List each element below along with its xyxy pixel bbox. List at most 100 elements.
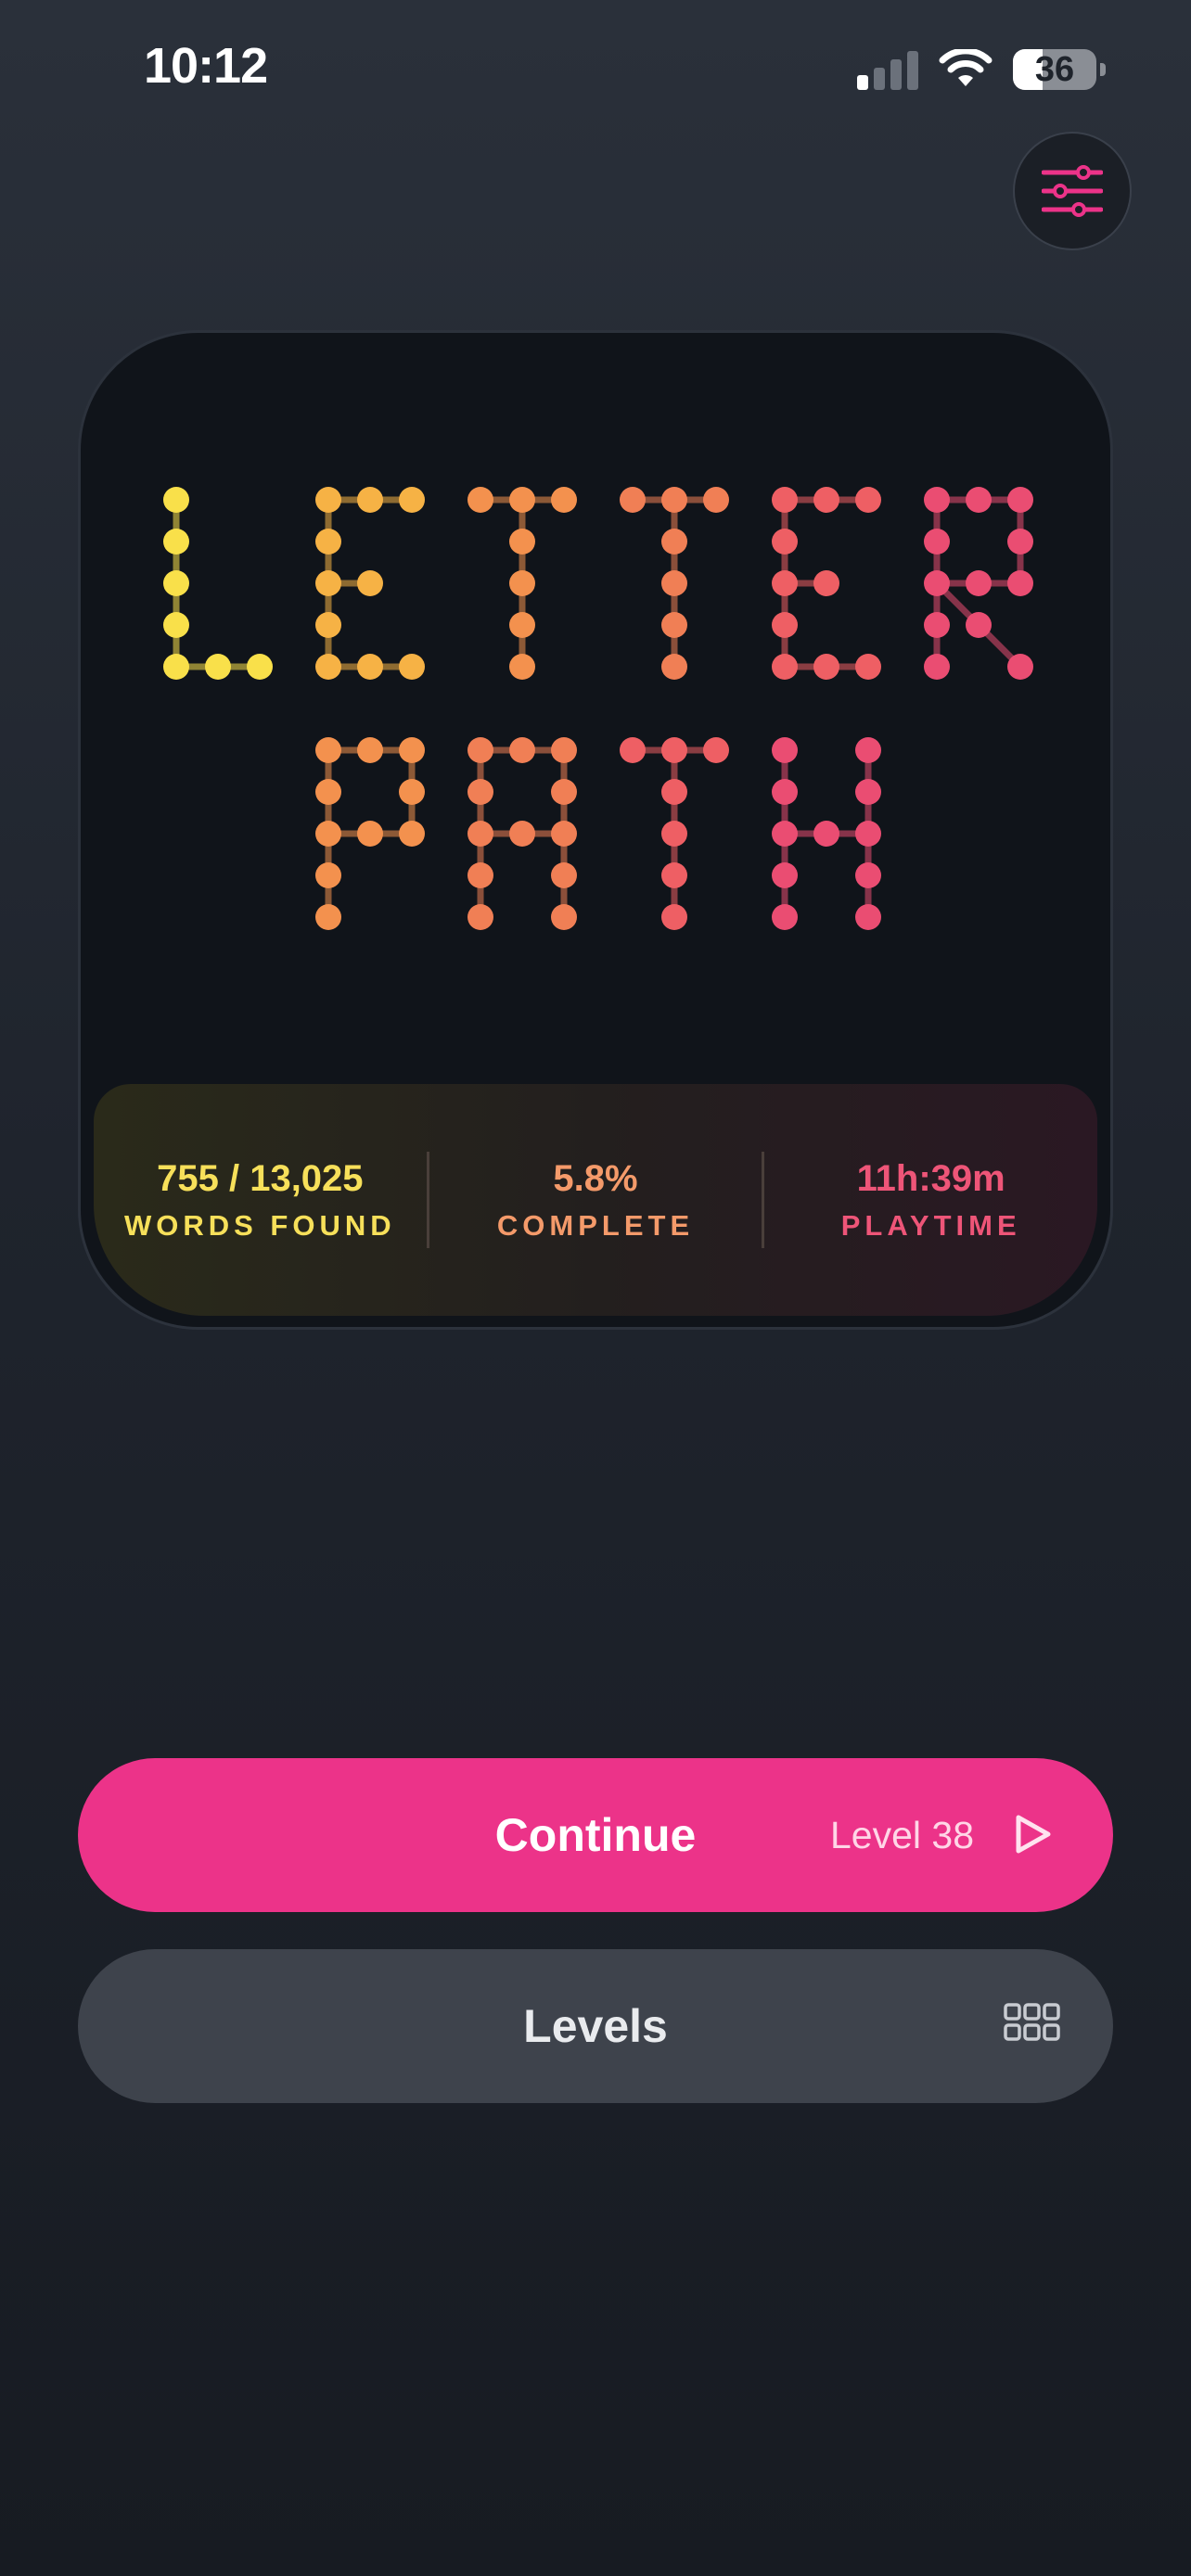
logo-dot bbox=[467, 904, 493, 930]
logo-dot bbox=[772, 779, 798, 805]
letter-path-logo bbox=[163, 487, 1033, 930]
logo-dot bbox=[661, 570, 687, 596]
logo-dot bbox=[399, 737, 425, 763]
logo-dot bbox=[467, 737, 493, 763]
logo-dot bbox=[813, 570, 839, 596]
logo-dot bbox=[661, 904, 687, 930]
logo-dot bbox=[399, 821, 425, 847]
logo-dot bbox=[315, 570, 341, 596]
logo-dot bbox=[772, 654, 798, 680]
logo-dot bbox=[467, 487, 493, 513]
logo-dot bbox=[509, 612, 535, 638]
logo-dot bbox=[772, 487, 798, 513]
logo-dot bbox=[855, 821, 881, 847]
logo-dot bbox=[703, 737, 729, 763]
logo-dot bbox=[467, 862, 493, 888]
logo-dot bbox=[315, 737, 341, 763]
logo-letter-a bbox=[467, 737, 577, 930]
levels-label: Levels bbox=[523, 2000, 668, 2052]
grid-icon bbox=[1004, 2003, 1060, 2041]
logo-dot bbox=[661, 862, 687, 888]
logo-dot bbox=[661, 737, 687, 763]
logo-dot bbox=[399, 487, 425, 513]
wifi-icon bbox=[939, 49, 992, 86]
logo-letter-p bbox=[315, 737, 425, 930]
logo-letter-t bbox=[620, 487, 729, 680]
logo-dot bbox=[551, 821, 577, 847]
logo-dot bbox=[772, 737, 798, 763]
logo-letter-e bbox=[315, 487, 425, 680]
hero-card: LETTER PATH 755 / 13,025 WORDS FOUND 5.8… bbox=[78, 330, 1113, 1330]
logo-dot bbox=[772, 821, 798, 847]
logo-dot bbox=[315, 821, 341, 847]
logo-dot bbox=[205, 654, 231, 680]
logo-dot bbox=[509, 529, 535, 555]
logo-dot bbox=[315, 904, 341, 930]
logo-dot bbox=[315, 779, 341, 805]
play-icon bbox=[1016, 1815, 1051, 1854]
logo-dot bbox=[661, 529, 687, 555]
logo-dot bbox=[966, 612, 992, 638]
logo-letter-t bbox=[620, 737, 729, 930]
logo-dot bbox=[399, 779, 425, 805]
sliders-icon bbox=[1042, 165, 1103, 217]
stats-panel: 755 / 13,025 WORDS FOUND 5.8% COMPLETE 1… bbox=[94, 1084, 1097, 1316]
logo-dot bbox=[661, 612, 687, 638]
logo-dot bbox=[661, 654, 687, 680]
logo-dot bbox=[924, 529, 950, 555]
logo-dot bbox=[509, 737, 535, 763]
logo-dot bbox=[924, 612, 950, 638]
logo-dot bbox=[551, 904, 577, 930]
logo-dot bbox=[620, 737, 646, 763]
logo-dot bbox=[315, 612, 341, 638]
logo-dot bbox=[772, 570, 798, 596]
continue-button[interactable]: Continue Level 38 bbox=[78, 1758, 1113, 1912]
logo-dot bbox=[551, 862, 577, 888]
logo-dot bbox=[1007, 487, 1033, 513]
logo-dot bbox=[620, 487, 646, 513]
logo-dot bbox=[855, 654, 881, 680]
logo-dot bbox=[772, 612, 798, 638]
logo-dot bbox=[1007, 654, 1033, 680]
logo-dot bbox=[509, 821, 535, 847]
battery-level: 36 bbox=[1034, 49, 1075, 89]
words-found-value: 755 / 13,025 bbox=[157, 1157, 364, 1199]
logo-dot bbox=[509, 487, 535, 513]
logo-dot bbox=[772, 904, 798, 930]
logo-dot bbox=[772, 862, 798, 888]
logo-dot bbox=[966, 570, 992, 596]
words-found-label: WORDS FOUND bbox=[124, 1208, 396, 1242]
logo-dot bbox=[813, 487, 839, 513]
logo-dot bbox=[772, 529, 798, 555]
logo-dot bbox=[551, 737, 577, 763]
cellular-signal-icon bbox=[857, 49, 918, 90]
settings-button[interactable] bbox=[1013, 132, 1132, 250]
logo-dot bbox=[813, 654, 839, 680]
logo-dot bbox=[357, 487, 383, 513]
logo-dot bbox=[924, 487, 950, 513]
playtime-label: PLAYTIME bbox=[840, 1208, 1021, 1242]
stat-words-found: 755 / 13,025 WORDS FOUND bbox=[94, 1158, 427, 1243]
logo-letter-e bbox=[772, 487, 881, 680]
logo-dot bbox=[357, 737, 383, 763]
complete-label: COMPLETE bbox=[496, 1208, 695, 1242]
logo-dot bbox=[315, 529, 341, 555]
playtime-value: 11h:39m bbox=[856, 1157, 1005, 1199]
logo-letter-l bbox=[163, 487, 273, 680]
logo-dot bbox=[247, 654, 273, 680]
continue-level: Level 38 bbox=[829, 1813, 974, 1856]
logo-dot bbox=[163, 570, 189, 596]
logo-dot bbox=[966, 487, 992, 513]
status-icons: 36 bbox=[857, 46, 1106, 93]
battery-icon: 36 bbox=[1013, 49, 1096, 90]
logo-dot bbox=[855, 862, 881, 888]
logo-dot bbox=[399, 654, 425, 680]
logo-dot bbox=[551, 779, 577, 805]
status-time: 10:12 bbox=[144, 38, 268, 94]
logo-dot bbox=[855, 904, 881, 930]
levels-button[interactable]: Levels bbox=[78, 1949, 1113, 2103]
logo-dot bbox=[509, 570, 535, 596]
logo-dot bbox=[924, 570, 950, 596]
stat-playtime: 11h:39m PLAYTIME bbox=[764, 1158, 1097, 1243]
logo-letter-r bbox=[924, 487, 1033, 680]
